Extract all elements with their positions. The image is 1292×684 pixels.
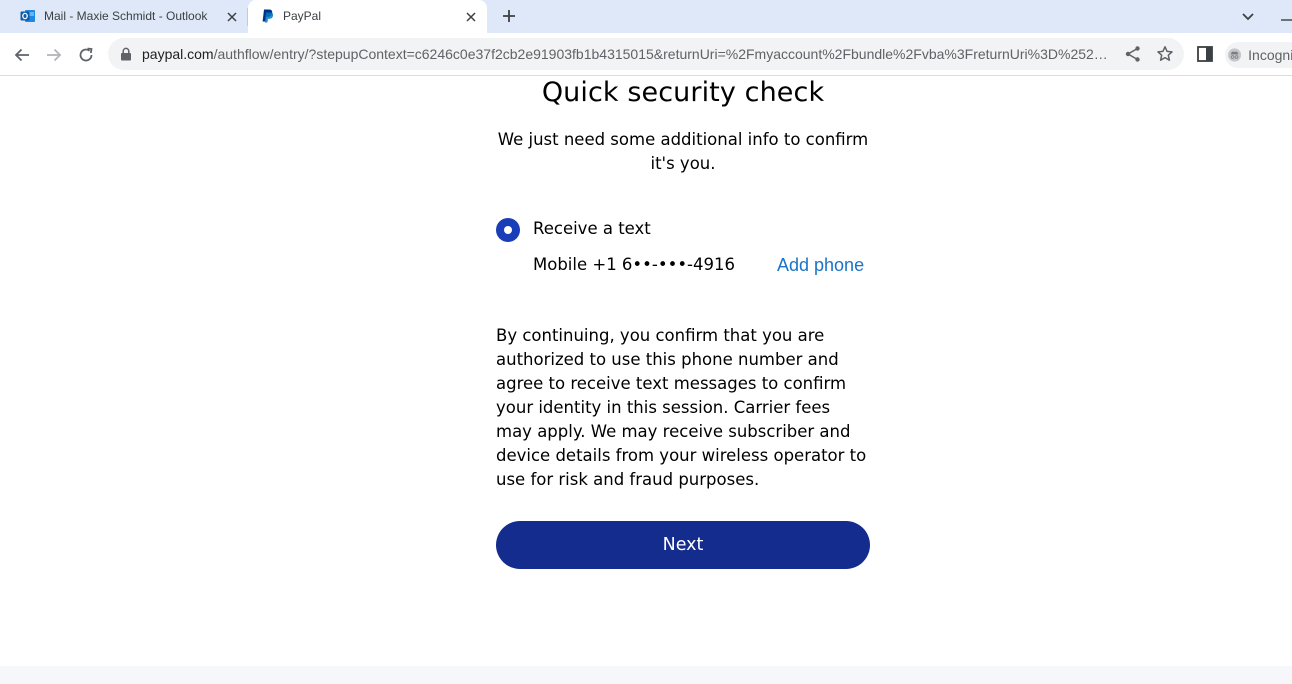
minimize-icon[interactable] <box>1278 8 1292 26</box>
page-title: Quick security check <box>541 77 825 108</box>
star-icon[interactable] <box>1156 45 1174 63</box>
paypal-icon <box>262 9 274 23</box>
lock-icon[interactable] <box>120 47 132 61</box>
receive-text-label[interactable]: Receive a text <box>533 219 651 238</box>
page-subtitle: We just need some additional info to con… <box>497 130 869 173</box>
footer-band <box>0 666 1292 684</box>
close-icon[interactable] <box>224 9 240 25</box>
receive-text-radio[interactable] <box>496 218 520 242</box>
url-path: /authflow/entry/?stepupContext=c6246c0e3… <box>213 46 1108 62</box>
tab-outlook[interactable]: Mail - Maxie Schmidt - Outlook <box>8 0 246 33</box>
side-panel-icon[interactable] <box>1196 45 1214 63</box>
reload-button[interactable] <box>74 43 98 67</box>
tab-search-button[interactable] <box>1238 7 1258 27</box>
outlook-icon <box>20 10 35 22</box>
plus-icon <box>503 10 515 22</box>
tab-paypal[interactable]: PayPal <box>248 0 487 33</box>
url-text[interactable]: paypal.com/authflow/entry/?stepupContext… <box>142 46 1122 62</box>
tab-title: Mail - Maxie Schmidt - Outlook <box>44 9 208 23</box>
incognito-profile-button[interactable]: Incognito <box>1225 42 1292 68</box>
reload-icon <box>79 47 93 62</box>
incognito-label: Incognito <box>1248 47 1292 63</box>
arrow-right-icon <box>47 48 62 62</box>
chevron-down-icon <box>1242 13 1254 21</box>
url-host: paypal.com <box>142 46 214 62</box>
masked-mobile-number: Mobile +1 6••-•••-4916 <box>533 255 735 274</box>
radio-selected-dot <box>504 226 512 234</box>
tab-title: PayPal <box>283 9 322 23</box>
incognito-icon <box>1228 48 1242 62</box>
arrow-left-icon <box>14 48 29 62</box>
forward-button[interactable] <box>42 43 66 67</box>
tab-strip: Mail - Maxie Schmidt - Outlook PayPal <box>0 0 1292 33</box>
next-button[interactable]: Next <box>496 521 870 569</box>
share-icon[interactable] <box>1124 45 1142 63</box>
close-icon[interactable] <box>463 9 479 25</box>
browser-toolbar: paypal.com/authflow/entry/?stepupContext… <box>0 33 1292 76</box>
paypal-security-check-page: Quick security check We just need some a… <box>0 77 1292 684</box>
consent-text: By continuing, you confirm that you are … <box>496 326 867 489</box>
add-phone-link[interactable]: Add phone <box>777 255 864 276</box>
new-tab-button[interactable] <box>499 6 519 26</box>
back-button[interactable] <box>10 43 34 67</box>
address-bar[interactable]: paypal.com/authflow/entry/?stepupContext… <box>108 38 1184 70</box>
